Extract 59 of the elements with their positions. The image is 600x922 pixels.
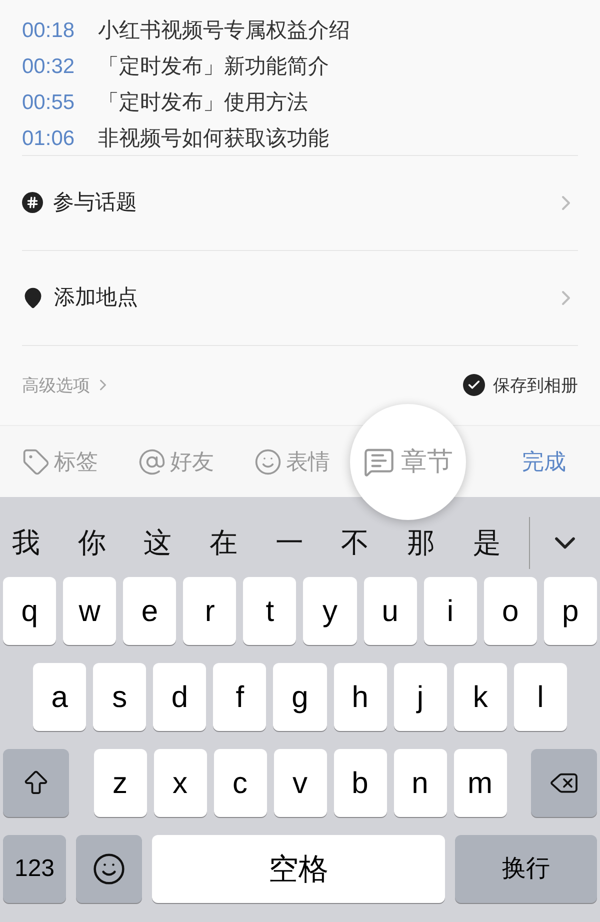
shift-key[interactable] [3,749,69,818]
hash-icon [22,192,43,214]
candidate-word[interactable]: 这 [144,522,172,564]
smiley-icon [92,852,126,886]
letter-key[interactable]: s [93,663,146,732]
letter-key[interactable]: c [214,749,266,818]
return-key[interactable]: 换行 [455,835,597,904]
letter-key[interactable]: e [123,577,176,646]
chapter-time[interactable]: 00:32 [22,56,86,76]
candidate-word[interactable]: 那 [407,522,436,564]
letter-key[interactable]: g [273,663,327,732]
smiley-icon [254,448,282,476]
letter-key[interactable]: p [544,577,597,646]
option-label: 添加地点 [54,284,139,311]
candidate-word[interactable]: 你 [78,522,106,564]
chapter-title: 「定时发布」新功能简介 [98,56,329,76]
letter-key[interactable]: i [424,577,477,646]
letter-key[interactable]: b [334,749,386,818]
candidate-word[interactable]: 一 [275,522,304,564]
map-pin-icon [22,286,44,309]
option-label: 参与话题 [53,190,138,216]
numbers-key[interactable]: 123 [3,835,66,904]
letter-key[interactable]: h [334,663,387,732]
delete-key[interactable] [531,749,597,818]
chapter-time[interactable]: 01:06 [22,128,86,148]
letter-key[interactable]: j [394,663,447,732]
candidate-word[interactable]: 我 [12,522,40,564]
letter-key[interactable]: k [454,663,507,732]
letter-key[interactable]: q [3,577,56,646]
candidate-word[interactable]: 不 [341,522,370,564]
letter-key[interactable]: x [154,749,206,818]
space-key[interactable]: 空格 [152,835,445,904]
chapter-title: 小红书视频号专属权益介绍 [98,20,350,40]
candidate-word[interactable]: 是 [472,522,501,564]
chapter-title: 非视频号如何获取该功能 [98,128,329,148]
chapter-title: 「定时发布」使用方法 [98,92,308,112]
letter-key[interactable]: l [514,663,567,732]
letter-key[interactable]: a [33,663,86,732]
letter-key[interactable]: y [303,577,357,646]
letter-key[interactable]: d [153,663,206,732]
letter-key[interactable]: n [394,749,446,818]
option-row[interactable]: 参与话题 [0,156,600,250]
chapter-time[interactable]: 00:55 [22,92,86,112]
letter-key[interactable]: f [213,663,266,732]
letter-key[interactable]: u [364,577,417,646]
chapter-time[interactable]: 00:18 [22,20,86,40]
letter-key[interactable]: o [484,577,537,646]
letter-key[interactable]: z [94,749,146,818]
at-sign-icon [138,448,166,476]
candidate-word[interactable]: 在 [210,522,238,564]
letter-key[interactable]: m [454,749,506,818]
letter-key[interactable]: v [274,749,326,818]
emoji-key[interactable] [76,835,142,904]
tag-icon [22,448,50,476]
letter-key[interactable]: t [243,577,296,646]
save-to-album-checkbox[interactable]: 保存到相册 [463,372,578,398]
option-row[interactable]: 添加地点 [0,250,600,345]
letter-key[interactable]: w [63,577,116,646]
letter-key[interactable]: r [183,577,236,646]
